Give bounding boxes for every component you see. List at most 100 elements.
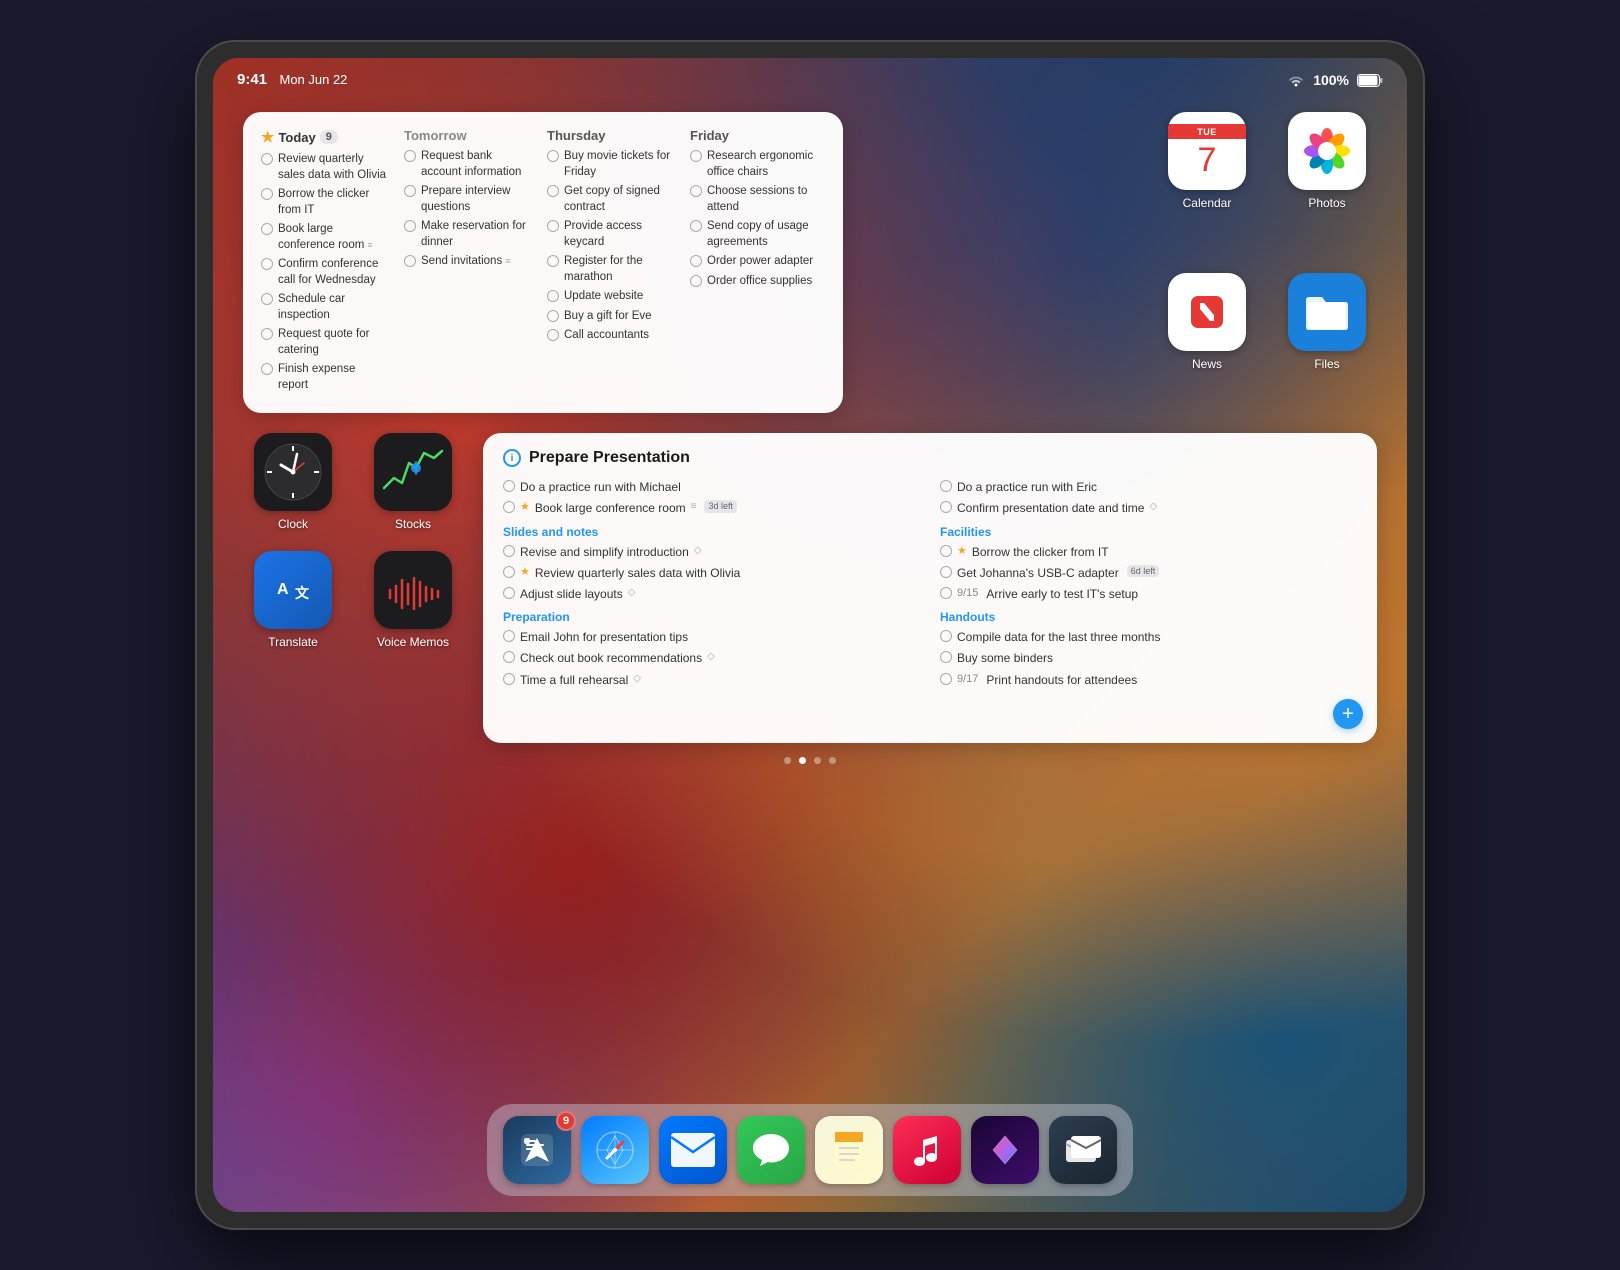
prep-item[interactable]: 9/17 Print handouts for attendees	[940, 672, 1357, 688]
app-calendar[interactable]: TUE 7 Calendar	[1157, 112, 1257, 253]
rem-item[interactable]: Make reservation for dinner	[404, 219, 531, 250]
rem-circle	[261, 293, 273, 305]
rem-item[interactable]: Finish expense report	[261, 362, 388, 393]
rem-item[interactable]: Confirm conference call for Wednesday	[261, 257, 388, 288]
prep-item[interactable]: Email John for presentation tips	[503, 629, 920, 645]
prep-item-text: Book large conference room	[535, 500, 686, 516]
rem-text: Order office supplies	[707, 274, 817, 290]
dock-shortcuts[interactable]	[971, 1116, 1039, 1184]
rem-item[interactable]: Call accountants	[547, 328, 674, 344]
prep-item[interactable]: Check out book recommendations ◇	[503, 650, 920, 666]
note-icon: ◇	[1149, 500, 1157, 514]
rem-item[interactable]: Prepare interview questions	[404, 184, 531, 215]
rem-text: Update website	[564, 289, 674, 305]
dock-messages[interactable]	[737, 1116, 805, 1184]
app-translate[interactable]: A 文 Translate	[243, 551, 343, 649]
rem-circle	[404, 185, 416, 197]
prep-circle	[940, 566, 952, 578]
rem-item[interactable]: Order office supplies	[690, 274, 817, 290]
add-task-button[interactable]: +	[1333, 699, 1363, 729]
prep-item[interactable]: Revise and simplify introduction ◇	[503, 544, 920, 560]
page-dot-4[interactable]	[829, 757, 836, 764]
top-app-grid: TUE 7 Calendar	[1157, 112, 1377, 413]
rem-text: Send invitations ≡	[421, 254, 531, 270]
prep-circle	[503, 501, 515, 513]
prep-item[interactable]: Time a full rehearsal ◇	[503, 672, 920, 688]
today-badge: 9	[320, 130, 338, 144]
rem-item[interactable]: Send copy of usage agreements	[690, 219, 817, 250]
reminders-widget[interactable]: ★ Today 9 Review quarterly sales data wi…	[243, 112, 843, 413]
prep-item[interactable]: 9/15 Arrive early to test IT's setup	[940, 586, 1357, 602]
preparation-section: Preparation	[503, 610, 920, 624]
prep-item[interactable]: ★ Review quarterly sales data with Olivi…	[503, 565, 920, 581]
rem-item[interactable]: Update website	[547, 289, 674, 305]
prep-item[interactable]: Get Johanna's USB-C adapter 6d left	[940, 565, 1357, 581]
tag-3d-left: 3d left	[704, 500, 737, 512]
rem-item[interactable]: Borrow the clicker from IT	[261, 187, 388, 218]
prep-item[interactable]: Adjust slide layouts ◇	[503, 586, 920, 602]
rem-text: Send copy of usage agreements	[707, 219, 817, 250]
rem-circle	[261, 363, 273, 375]
rem-item[interactable]: Review quarterly sales data with Olivia	[261, 152, 388, 183]
rem-item[interactable]: Register for the marathon	[547, 254, 674, 285]
rem-item[interactable]: Order power adapter	[690, 254, 817, 270]
rem-circle	[547, 310, 559, 322]
dock-notes[interactable]	[815, 1116, 883, 1184]
rem-item[interactable]: Send invitations ≡	[404, 254, 531, 270]
app-voice-memos[interactable]: Voice Memos	[363, 551, 463, 649]
rem-circle	[261, 328, 273, 340]
prep-item[interactable]: Confirm presentation date and time ◇	[940, 500, 1357, 516]
rem-item[interactable]: Research ergonomic office chairs	[690, 149, 817, 180]
note-icon: ◇	[633, 672, 641, 686]
page-dot-2[interactable]	[799, 757, 806, 764]
status-right: 100%	[1287, 72, 1383, 88]
rem-text: Request bank account information	[421, 149, 531, 180]
rem-item[interactable]: Buy a gift for Eve	[547, 309, 674, 325]
prep-item[interactable]: ★ Borrow the clicker from IT	[940, 544, 1357, 560]
reminders-thursday-col: Thursday Buy movie tickets for Friday Ge…	[547, 128, 682, 397]
rem-item[interactable]: Schedule car inspection	[261, 292, 388, 323]
dock-safari[interactable]	[581, 1116, 649, 1184]
prep-item-text: Print handouts for attendees	[986, 672, 1137, 688]
rem-item[interactable]: Request bank account information	[404, 149, 531, 180]
dock-mail[interactable]	[659, 1116, 727, 1184]
rem-item[interactable]: Request quote for catering	[261, 327, 388, 358]
note-icon: ◇	[707, 650, 715, 664]
rem-text: Get copy of signed contract	[564, 184, 674, 215]
status-time: 9:41	[237, 71, 267, 88]
photos-icon	[1288, 112, 1366, 190]
prep-star: ★	[520, 565, 530, 580]
rem-item[interactable]: Choose sessions to attend	[690, 184, 817, 215]
prep-item[interactable]: Buy some binders	[940, 650, 1357, 666]
calendar-app-label: Calendar	[1183, 196, 1232, 210]
prep-circle	[503, 651, 515, 663]
prepare-presentation-widget[interactable]: i Prepare Presentation Do a practice run…	[483, 433, 1377, 743]
reminders-today-col: ★ Today 9 Review quarterly sales data wi…	[261, 128, 396, 397]
reminders-tomorrow-col: Tomorrow Request bank account informatio…	[404, 128, 539, 397]
prep-item[interactable]: Do a practice run with Michael	[503, 479, 920, 495]
page-dot-1[interactable]	[784, 757, 791, 764]
dock-mimestream[interactable]	[1049, 1116, 1117, 1184]
omnifocus-badge: 9	[556, 1111, 576, 1131]
app-clock[interactable]: Clock	[243, 433, 343, 531]
rem-circle	[547, 255, 559, 267]
prep-item[interactable]: Compile data for the last three months	[940, 629, 1357, 645]
page-dot-3[interactable]	[814, 757, 821, 764]
app-stocks[interactable]: Stocks	[363, 433, 463, 531]
translate-app-label: Translate	[268, 635, 318, 649]
dock-music[interactable]	[893, 1116, 961, 1184]
rem-item[interactable]: Buy movie tickets for Friday	[547, 149, 674, 180]
rem-item[interactable]: Provide access keycard	[547, 219, 674, 250]
rem-text: Register for the marathon	[564, 254, 674, 285]
prep-item[interactable]: ★ Book large conference room ≡ 3d left	[503, 500, 920, 516]
prep-item[interactable]: Do a practice run with Eric	[940, 479, 1357, 495]
dock-omnifocus[interactable]: 9	[503, 1116, 571, 1184]
app-news[interactable]: News	[1157, 273, 1257, 414]
app-files[interactable]: Files	[1277, 273, 1377, 414]
rem-item[interactable]: Book large conference room ≡	[261, 222, 388, 253]
rem-item[interactable]: Get copy of signed contract	[547, 184, 674, 215]
app-photos[interactable]: Photos	[1277, 112, 1377, 253]
ipad-screen: 9:41 Mon Jun 22 100%	[213, 58, 1407, 1212]
prep-item-text: Email John for presentation tips	[520, 629, 688, 645]
prep-item-text: Do a practice run with Michael	[520, 479, 681, 495]
